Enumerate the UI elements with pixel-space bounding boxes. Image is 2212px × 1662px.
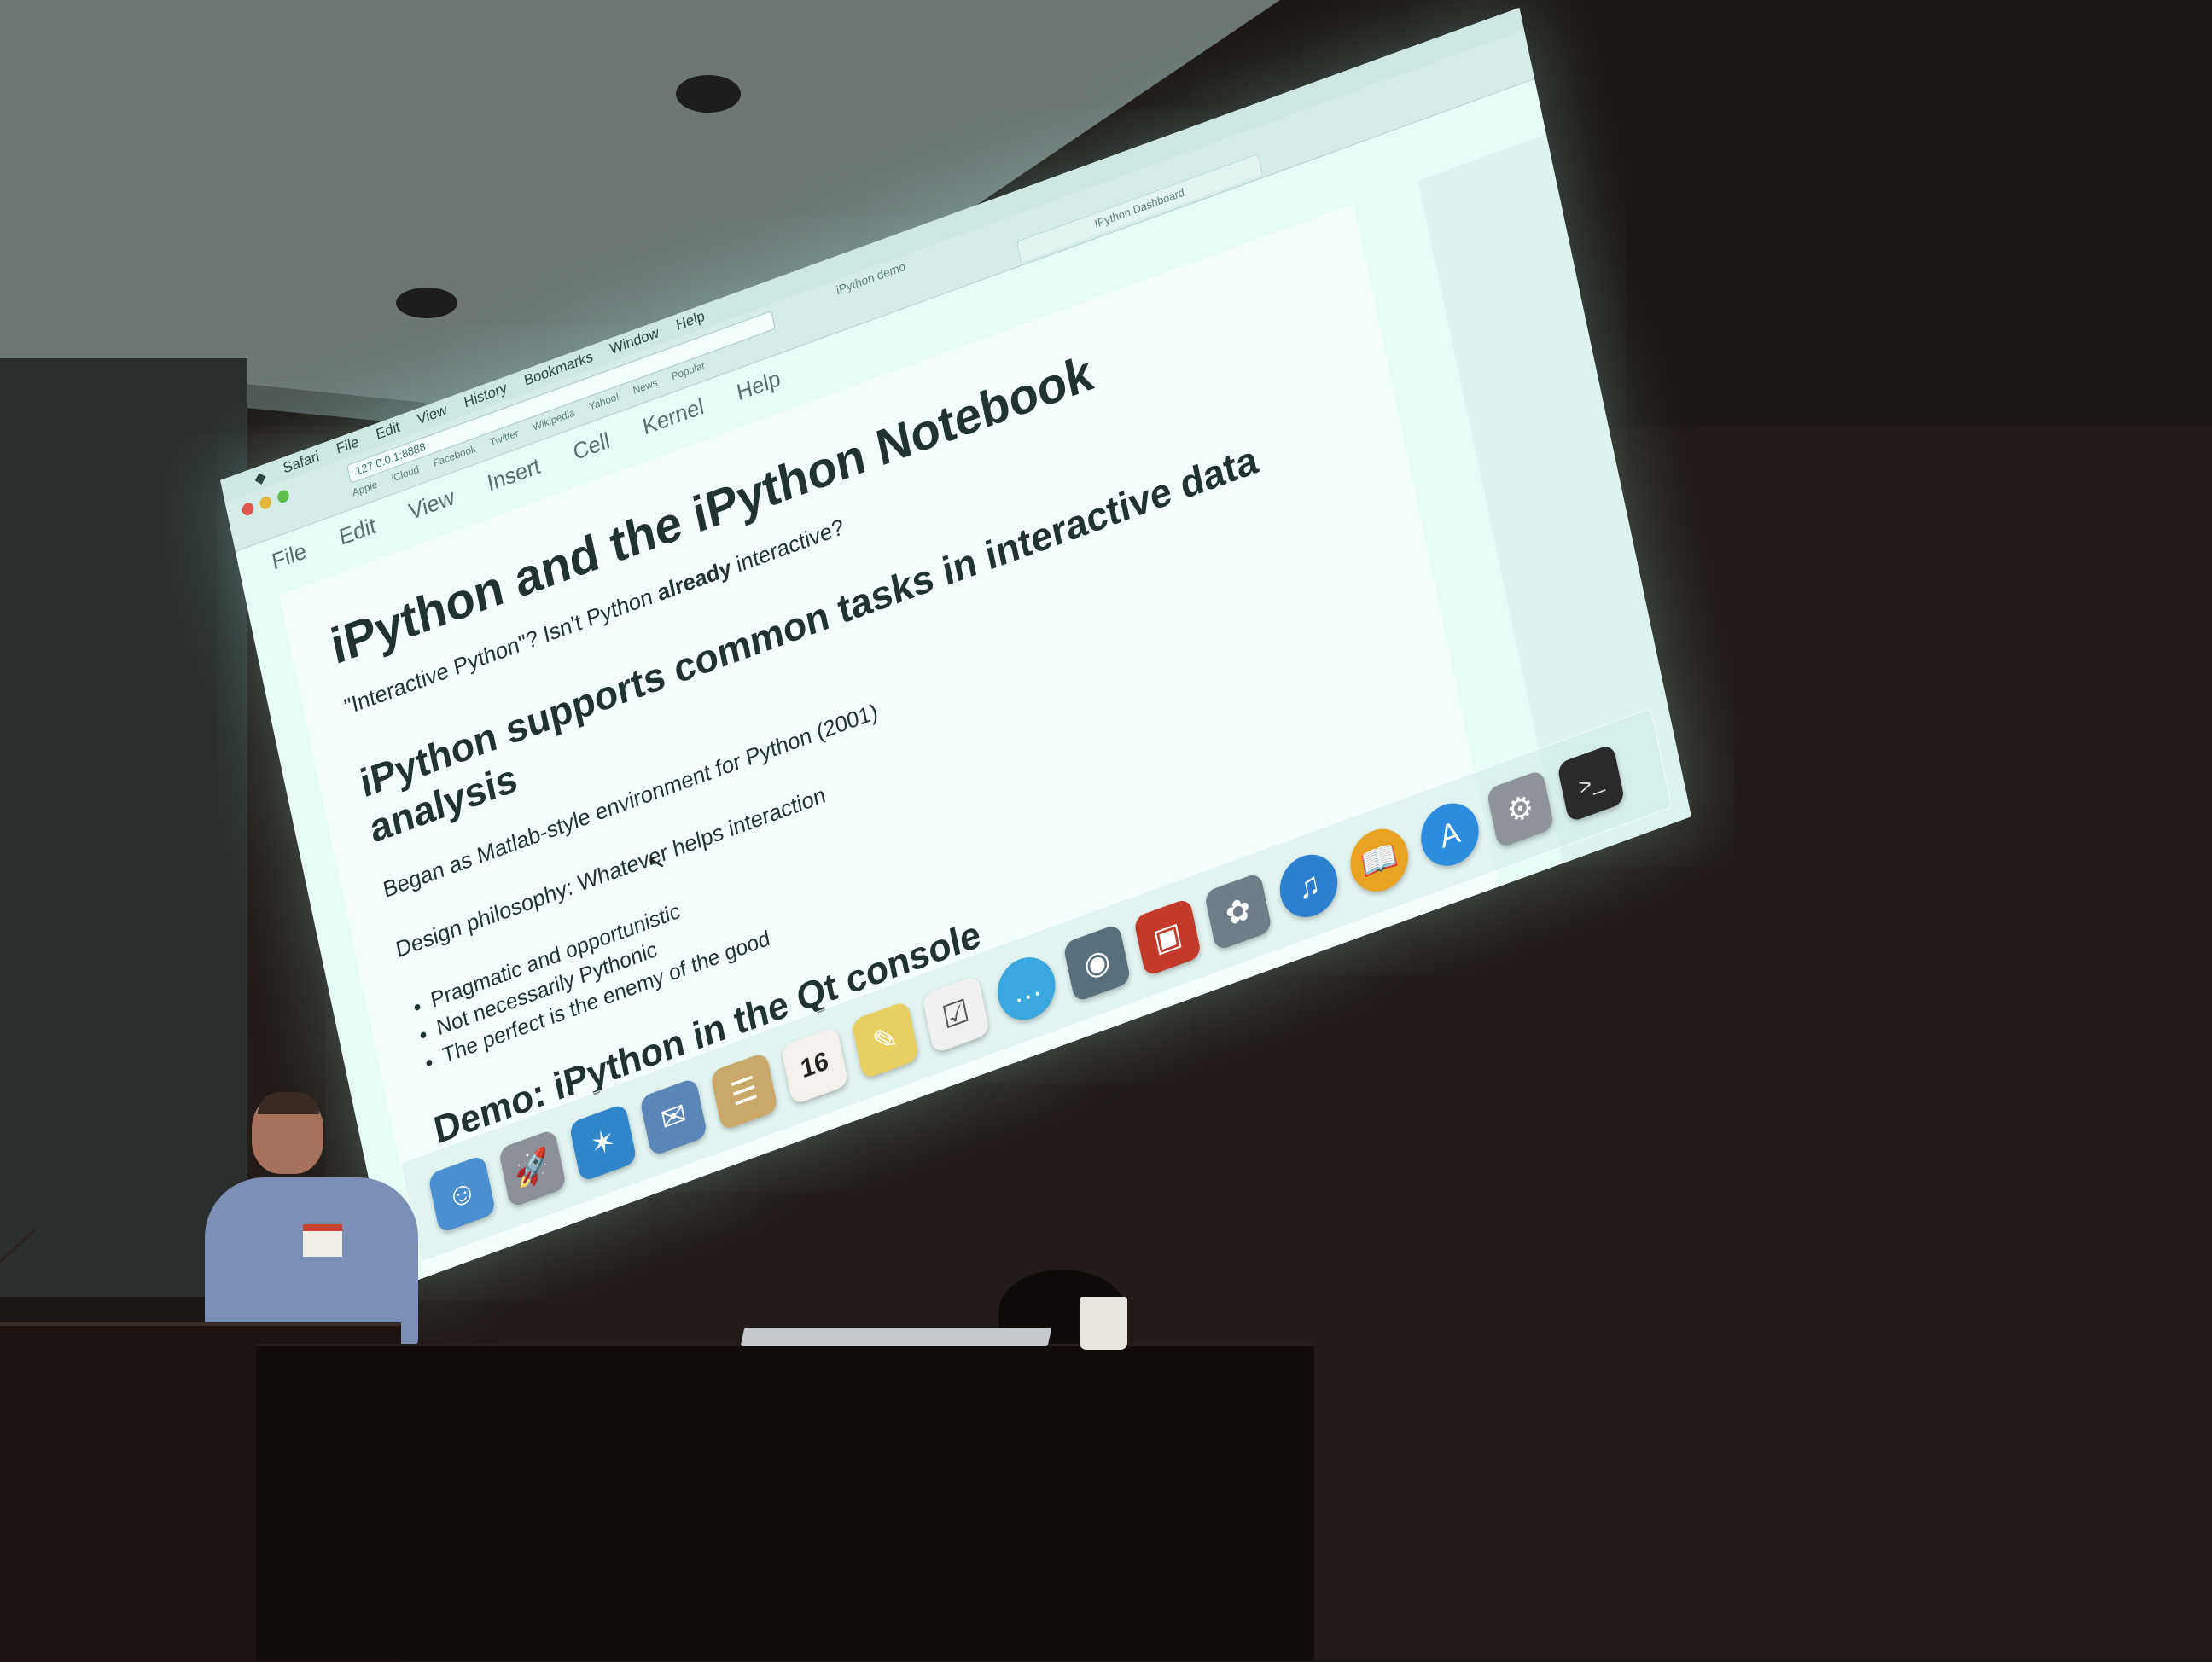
- menu-help[interactable]: Help: [734, 365, 783, 407]
- intro-emphasis: already: [655, 554, 734, 607]
- icon-glyph: ⚙: [1504, 786, 1537, 831]
- app-store-icon[interactable]: A: [1415, 794, 1485, 875]
- presenter: [205, 1092, 444, 1348]
- icon-glyph: ✉: [657, 1095, 690, 1139]
- icon-glyph: ✎: [869, 1018, 901, 1061]
- menu-view[interactable]: View: [406, 484, 457, 526]
- menu-edit[interactable]: Edit: [337, 512, 379, 551]
- iphoto-icon[interactable]: ✿: [1203, 871, 1273, 952]
- icon-glyph: ♫: [1294, 864, 1324, 907]
- notes-icon[interactable]: ✎: [851, 1000, 920, 1080]
- menu-file[interactable]: File: [270, 538, 309, 576]
- icon-glyph: 🚀: [510, 1144, 555, 1192]
- ceiling-light: [676, 75, 741, 113]
- laptop: [740, 1328, 1052, 1346]
- window-controls: [241, 488, 290, 518]
- icon-glyph: ◉: [1080, 940, 1114, 985]
- calendar-day: 16: [798, 1046, 831, 1084]
- menu-insert[interactable]: Insert: [485, 452, 543, 497]
- contacts-icon[interactable]: ☰: [709, 1051, 779, 1131]
- safari-icon[interactable]: ✶: [568, 1102, 637, 1183]
- icon-glyph: A: [1436, 813, 1464, 856]
- icon-glyph: 📖: [1357, 835, 1401, 884]
- icon-glyph: ☑: [939, 991, 973, 1037]
- ceiling-light: [396, 288, 457, 318]
- facetime-icon[interactable]: ◉: [1062, 923, 1132, 1003]
- messages-icon[interactable]: …: [992, 949, 1061, 1029]
- icon-glyph: ☰: [727, 1068, 761, 1113]
- mail-icon[interactable]: ✉: [639, 1077, 708, 1157]
- presenter-hair: [258, 1092, 319, 1114]
- apple-icon[interactable]: ◆: [253, 467, 267, 488]
- icon-glyph: ☺: [443, 1171, 480, 1217]
- icon-glyph: >_: [1576, 765, 1606, 800]
- zoom-window-button[interactable]: [276, 488, 290, 505]
- coffee-cup: [1080, 1297, 1127, 1350]
- lecture-room: ◆ Safari File Edit View History Bookmark…: [0, 0, 2212, 1662]
- ibooks-icon[interactable]: 📖: [1344, 820, 1414, 900]
- icon-glyph: ▣: [1150, 914, 1185, 960]
- launchpad-icon[interactable]: 🚀: [498, 1128, 568, 1208]
- photo-booth-icon[interactable]: ▣: [1132, 898, 1202, 978]
- stage-table: [256, 1344, 1314, 1661]
- close-window-button[interactable]: [241, 501, 255, 518]
- icon-glyph: …: [1008, 965, 1045, 1011]
- calendar-icon[interactable]: 16: [780, 1026, 849, 1106]
- itunes-icon[interactable]: ♫: [1274, 846, 1343, 926]
- terminal-icon[interactable]: >_: [1557, 743, 1626, 823]
- reminders-icon[interactable]: ☑: [921, 974, 991, 1055]
- system-preferences-icon[interactable]: ⚙: [1486, 769, 1555, 849]
- icon-glyph: ✿: [1222, 889, 1254, 933]
- icon-glyph: ✶: [586, 1120, 619, 1165]
- menu-cell[interactable]: Cell: [571, 427, 613, 466]
- minimize-window-button[interactable]: [259, 495, 273, 511]
- name-badge: [303, 1224, 342, 1257]
